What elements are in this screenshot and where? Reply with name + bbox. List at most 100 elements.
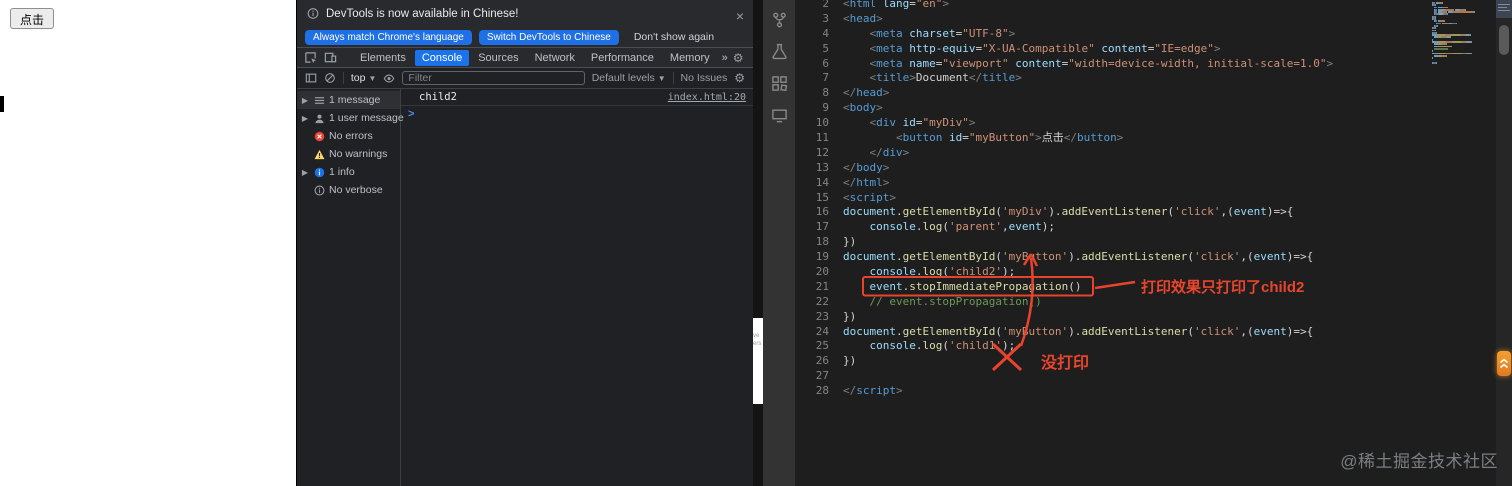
line-number[interactable]: 20 [795, 265, 829, 280]
line-number[interactable]: 5 [795, 42, 829, 57]
tab-console[interactable]: Console [414, 49, 470, 66]
line-number[interactable]: 22 [795, 295, 829, 310]
line-number[interactable]: 24 [795, 325, 829, 340]
line-number[interactable]: 18 [795, 235, 829, 250]
code-line[interactable]: 14 </html> [795, 176, 1426, 191]
code-line[interactable]: 12 </div> [795, 146, 1426, 161]
code-line[interactable]: 2 <html lang="en"> [795, 0, 1426, 12]
devtools-tabbar: Elements Console Sources Network Perform… [297, 48, 784, 68]
dont-show-again-button[interactable]: Don't show again [634, 31, 714, 43]
tab-performance[interactable]: Performance [584, 50, 661, 66]
peek-text: ve [753, 333, 760, 339]
more-tabs-icon[interactable]: » [719, 52, 731, 64]
infobar-close-icon[interactable]: × [736, 9, 744, 23]
line-number[interactable]: 21 [795, 280, 829, 295]
code-line[interactable]: 10 <div id="myDiv"> [795, 116, 1426, 131]
live-expression-eye-icon[interactable] [383, 72, 395, 84]
code-line[interactable]: 7 <title>Document</title> [795, 71, 1426, 86]
switch-to-chinese-button[interactable]: Switch DevTools to Chinese [478, 29, 619, 45]
line-number[interactable]: 16 [795, 205, 829, 220]
line-number[interactable]: 25 [795, 339, 829, 354]
code-line[interactable]: 22 // event.stopPropagation() [795, 295, 1426, 310]
device-toolbar-icon[interactable] [324, 51, 337, 64]
minimap[interactable] [1432, 2, 1490, 64]
extension-fab-icon[interactable] [1497, 351, 1511, 376]
line-number[interactable]: 17 [795, 220, 829, 235]
sidebar-item-warnings[interactable]: No warnings [297, 145, 400, 163]
scrollbar-thumb[interactable] [1499, 25, 1509, 55]
line-number[interactable]: 28 [795, 384, 829, 399]
expand-caret-icon[interactable]: ▶ [301, 96, 309, 105]
code-line[interactable]: 4 <meta charset="UTF-8"> [795, 27, 1426, 42]
line-number[interactable]: 6 [795, 57, 829, 72]
line-number[interactable]: 14 [795, 176, 829, 191]
sidebar-item-label: No verbose [329, 184, 383, 196]
line-number[interactable]: 3 [795, 12, 829, 27]
tab-elements[interactable]: Elements [353, 50, 413, 66]
line-number[interactable]: 9 [795, 101, 829, 116]
sidebar-item-errors[interactable]: No errors [297, 127, 400, 145]
code-line[interactable]: 16 document.getElementById('myDiv').addEv… [795, 205, 1426, 220]
code-line[interactable]: 15 <script> [795, 191, 1426, 206]
code-line[interactable]: 21 event.stopImmediatePropagation() [795, 280, 1426, 295]
log-levels-dropdown[interactable]: Default levels ▼ [592, 72, 666, 84]
issues-counter[interactable]: No Issues [681, 72, 728, 84]
line-number[interactable]: 2 [795, 0, 829, 12]
expand-caret-icon[interactable]: ▶ [301, 114, 309, 123]
sidebar-item-verbose[interactable]: No verbose [297, 181, 400, 199]
code-line[interactable]: 23}) [795, 310, 1426, 325]
line-number[interactable]: 11 [795, 131, 829, 146]
match-language-button[interactable]: Always match Chrome's language [305, 29, 472, 45]
console-settings-icon[interactable]: ⚙ [734, 72, 745, 84]
devtools-settings-icon[interactable]: ⚙ [733, 52, 744, 64]
code-line[interactable]: 5 <meta http-equiv="X-UA-Compatible" con… [795, 42, 1426, 57]
chevron-down-icon: ▼ [368, 73, 377, 83]
remote-monitor-icon[interactable] [770, 106, 788, 124]
page-click-button[interactable]: 点击 [10, 8, 55, 29]
code-line[interactable]: 3 <head> [795, 12, 1426, 27]
line-number[interactable]: 15 [795, 191, 829, 206]
code-line[interactable]: 28 </script> [795, 384, 1426, 399]
line-number[interactable]: 13 [795, 161, 829, 176]
code-line[interactable]: 13 </body> [795, 161, 1426, 176]
tab-sources[interactable]: Sources [471, 50, 525, 66]
code-line[interactable]: 17 console.log('parent',event); [795, 220, 1426, 235]
sidebar-item-messages[interactable]: ▶ 1 message [297, 91, 400, 109]
code-line[interactable]: 19 document.getElementById('myButton').ad… [795, 250, 1426, 265]
code-line[interactable]: 9 <body> [795, 101, 1426, 116]
line-number[interactable]: 23 [795, 310, 829, 325]
tab-network[interactable]: Network [528, 50, 582, 66]
clear-console-icon[interactable] [324, 72, 336, 84]
console-prompt[interactable]: > [401, 106, 753, 122]
sidebar-item-info[interactable]: ▶ 1 info [297, 163, 400, 181]
devtools-panel: DevTools is now available in Chinese! × … [296, 0, 784, 486]
inspect-element-icon[interactable] [304, 51, 317, 64]
code-line[interactable]: 25 console.log('child1'); [795, 339, 1426, 354]
line-number[interactable]: 19 [795, 250, 829, 265]
sidebar-item-user-messages[interactable]: ▶ 1 user message [297, 109, 404, 127]
tab-memory[interactable]: Memory [663, 50, 717, 66]
expand-caret-icon[interactable]: ▶ [301, 168, 309, 177]
line-number[interactable]: 8 [795, 86, 829, 101]
line-number[interactable]: 12 [795, 146, 829, 161]
code-line[interactable]: 8 </head> [795, 86, 1426, 101]
line-number[interactable]: 26 [795, 354, 829, 369]
beaker-test-icon[interactable] [770, 42, 788, 60]
code-line[interactable]: 24 document.getElementById('myButton').ad… [795, 325, 1426, 340]
frame-selector[interactable]: top ▼ [351, 72, 377, 84]
line-number[interactable]: 27 [795, 369, 829, 384]
code-line[interactable]: 27 [795, 369, 1426, 384]
code-line[interactable]: 26}) [795, 354, 1426, 369]
code-line[interactable]: 18}) [795, 235, 1426, 250]
code-line[interactable]: 11 <button id="myButton">点击</button> [795, 131, 1426, 146]
extensions-icon[interactable] [770, 74, 788, 92]
line-number[interactable]: 10 [795, 116, 829, 131]
code-line[interactable]: 20 console.log('child2'); [795, 265, 1426, 280]
source-control-icon[interactable] [770, 10, 788, 28]
console-filter-input[interactable] [402, 71, 585, 85]
line-number[interactable]: 7 [795, 71, 829, 86]
code-line[interactable]: 6 <meta name="viewport" content="width=d… [795, 57, 1426, 72]
console-sidebar-toggle-icon[interactable] [305, 72, 317, 84]
console-source-link[interactable]: index.html:20 [668, 92, 746, 103]
line-number[interactable]: 4 [795, 27, 829, 42]
